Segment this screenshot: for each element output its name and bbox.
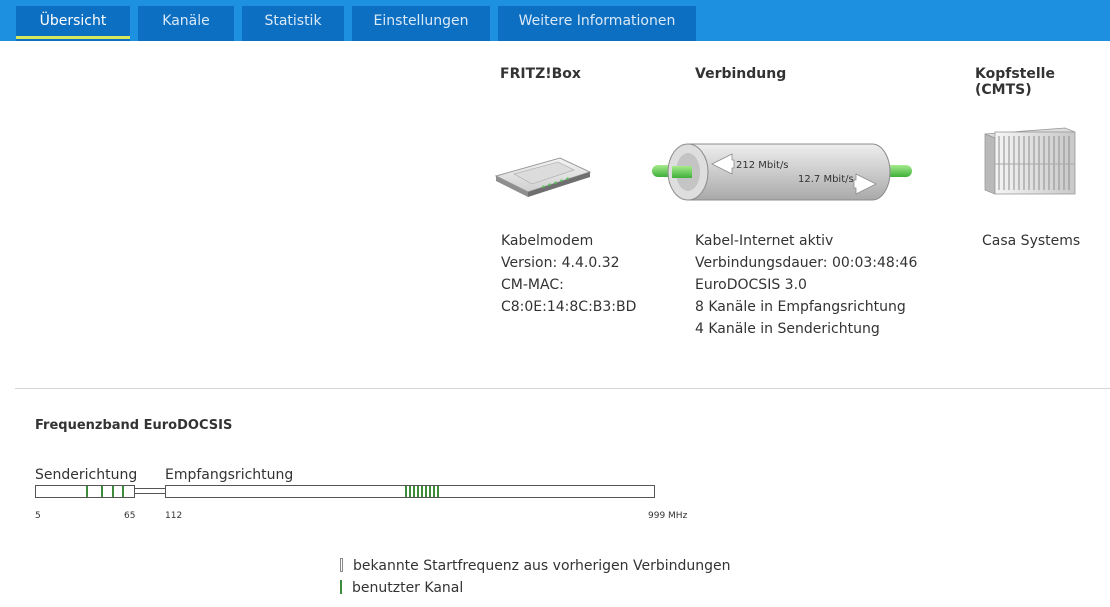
frequency-band-title: Frequenzband EuroDOCSIS <box>35 418 233 433</box>
downstream-channel-marker <box>425 486 427 497</box>
downstream-channel-marker <box>429 486 431 497</box>
fritzbox-cm-mac-value: C8:0E:14:8C:B3:BD <box>501 299 637 315</box>
downstream-channel-marker <box>421 486 423 497</box>
cmts-info: Casa Systems <box>982 230 1080 252</box>
known-frequency-marker-icon <box>340 558 343 572</box>
downstream-channel-marker <box>409 486 411 497</box>
downstream-channel-marker <box>405 486 407 497</box>
receive-direction-label: Empfangsrichtung <box>165 467 294 483</box>
upstream-channel-marker <box>101 486 103 497</box>
cmts-vendor: Casa Systems <box>982 233 1081 249</box>
legend-known-frequency-label: bekannte Startfrequenz aus vorherigen Ve… <box>353 558 731 574</box>
tick-send-end: 65 <box>124 511 136 521</box>
downstream-channel-marker <box>413 486 415 497</box>
upstream-channel-marker <box>122 486 124 497</box>
downstream-rate: 212 Mbit/s <box>736 160 789 171</box>
fritzbox-cm-mac-label: CM-MAC: <box>501 277 564 293</box>
connection-standard: EuroDOCSIS 3.0 <box>695 277 807 293</box>
tab-einstellungen[interactable]: Einstellungen <box>352 6 490 41</box>
connection-status: Kabel-Internet aktiv <box>695 233 834 249</box>
used-channel-marker-icon <box>340 580 342 594</box>
send-band-bar <box>35 485 135 498</box>
downstream-channel-marker <box>437 486 439 497</box>
tick-receive-end: 999 MHz <box>648 511 688 521</box>
tick-send-start: 5 <box>35 511 41 521</box>
router-icon <box>494 157 592 197</box>
connection-downstream-channels: 8 Kanäle in Empfangsrichtung <box>695 299 906 315</box>
upstream-channel-marker <box>112 486 114 497</box>
send-direction-label: Senderichtung <box>35 467 138 483</box>
legend-used-channel-label: benutzter Kanal <box>352 580 464 596</box>
fritzbox-type: Kabelmodem <box>501 233 594 249</box>
fritzbox-info: Kabelmodem Version: 4.4.0.32 CM-MAC: C8:… <box>501 230 636 318</box>
connection-duration: Verbindungsdauer: 00:03:48:46 <box>695 255 918 271</box>
server-rack-icon <box>984 127 1076 195</box>
tab-bar: Übersicht Kanäle Statistik Einstellungen… <box>0 0 1110 41</box>
cmts-heading: Kopfstelle (CMTS) <box>975 66 1055 98</box>
downstream-channel-marker <box>417 486 419 497</box>
tab-uebersicht[interactable]: Übersicht <box>16 6 130 41</box>
tick-receive-start: 112 <box>165 511 183 521</box>
connection-info: Kabel-Internet aktiv Verbindungsdauer: 0… <box>695 230 917 340</box>
fritzbox-heading: FRITZ!Box <box>500 66 581 82</box>
connection-upstream-channels: 4 Kanäle in Senderichtung <box>695 321 880 337</box>
band-connector <box>135 488 165 494</box>
tab-weitere-informationen[interactable]: Weitere Informationen <box>498 6 696 41</box>
section-divider <box>15 388 1110 389</box>
fritzbox-version: Version: 4.4.0.32 <box>501 255 620 271</box>
legend-used-channel: benutzter Kanal <box>340 580 463 596</box>
downstream-channel-marker <box>433 486 435 497</box>
upstream-rate: 12.7 Mbit/s <box>798 174 854 185</box>
tab-statistik[interactable]: Statistik <box>242 6 344 41</box>
tab-kanaele[interactable]: Kanäle <box>138 6 234 41</box>
upstream-channel-marker <box>86 486 88 497</box>
legend-known-frequency: bekannte Startfrequenz aus vorherigen Ve… <box>340 558 731 574</box>
cable-pipe-icon: 212 Mbit/s 12.7 Mbit/s <box>652 143 912 201</box>
connection-heading: Verbindung <box>695 66 787 82</box>
